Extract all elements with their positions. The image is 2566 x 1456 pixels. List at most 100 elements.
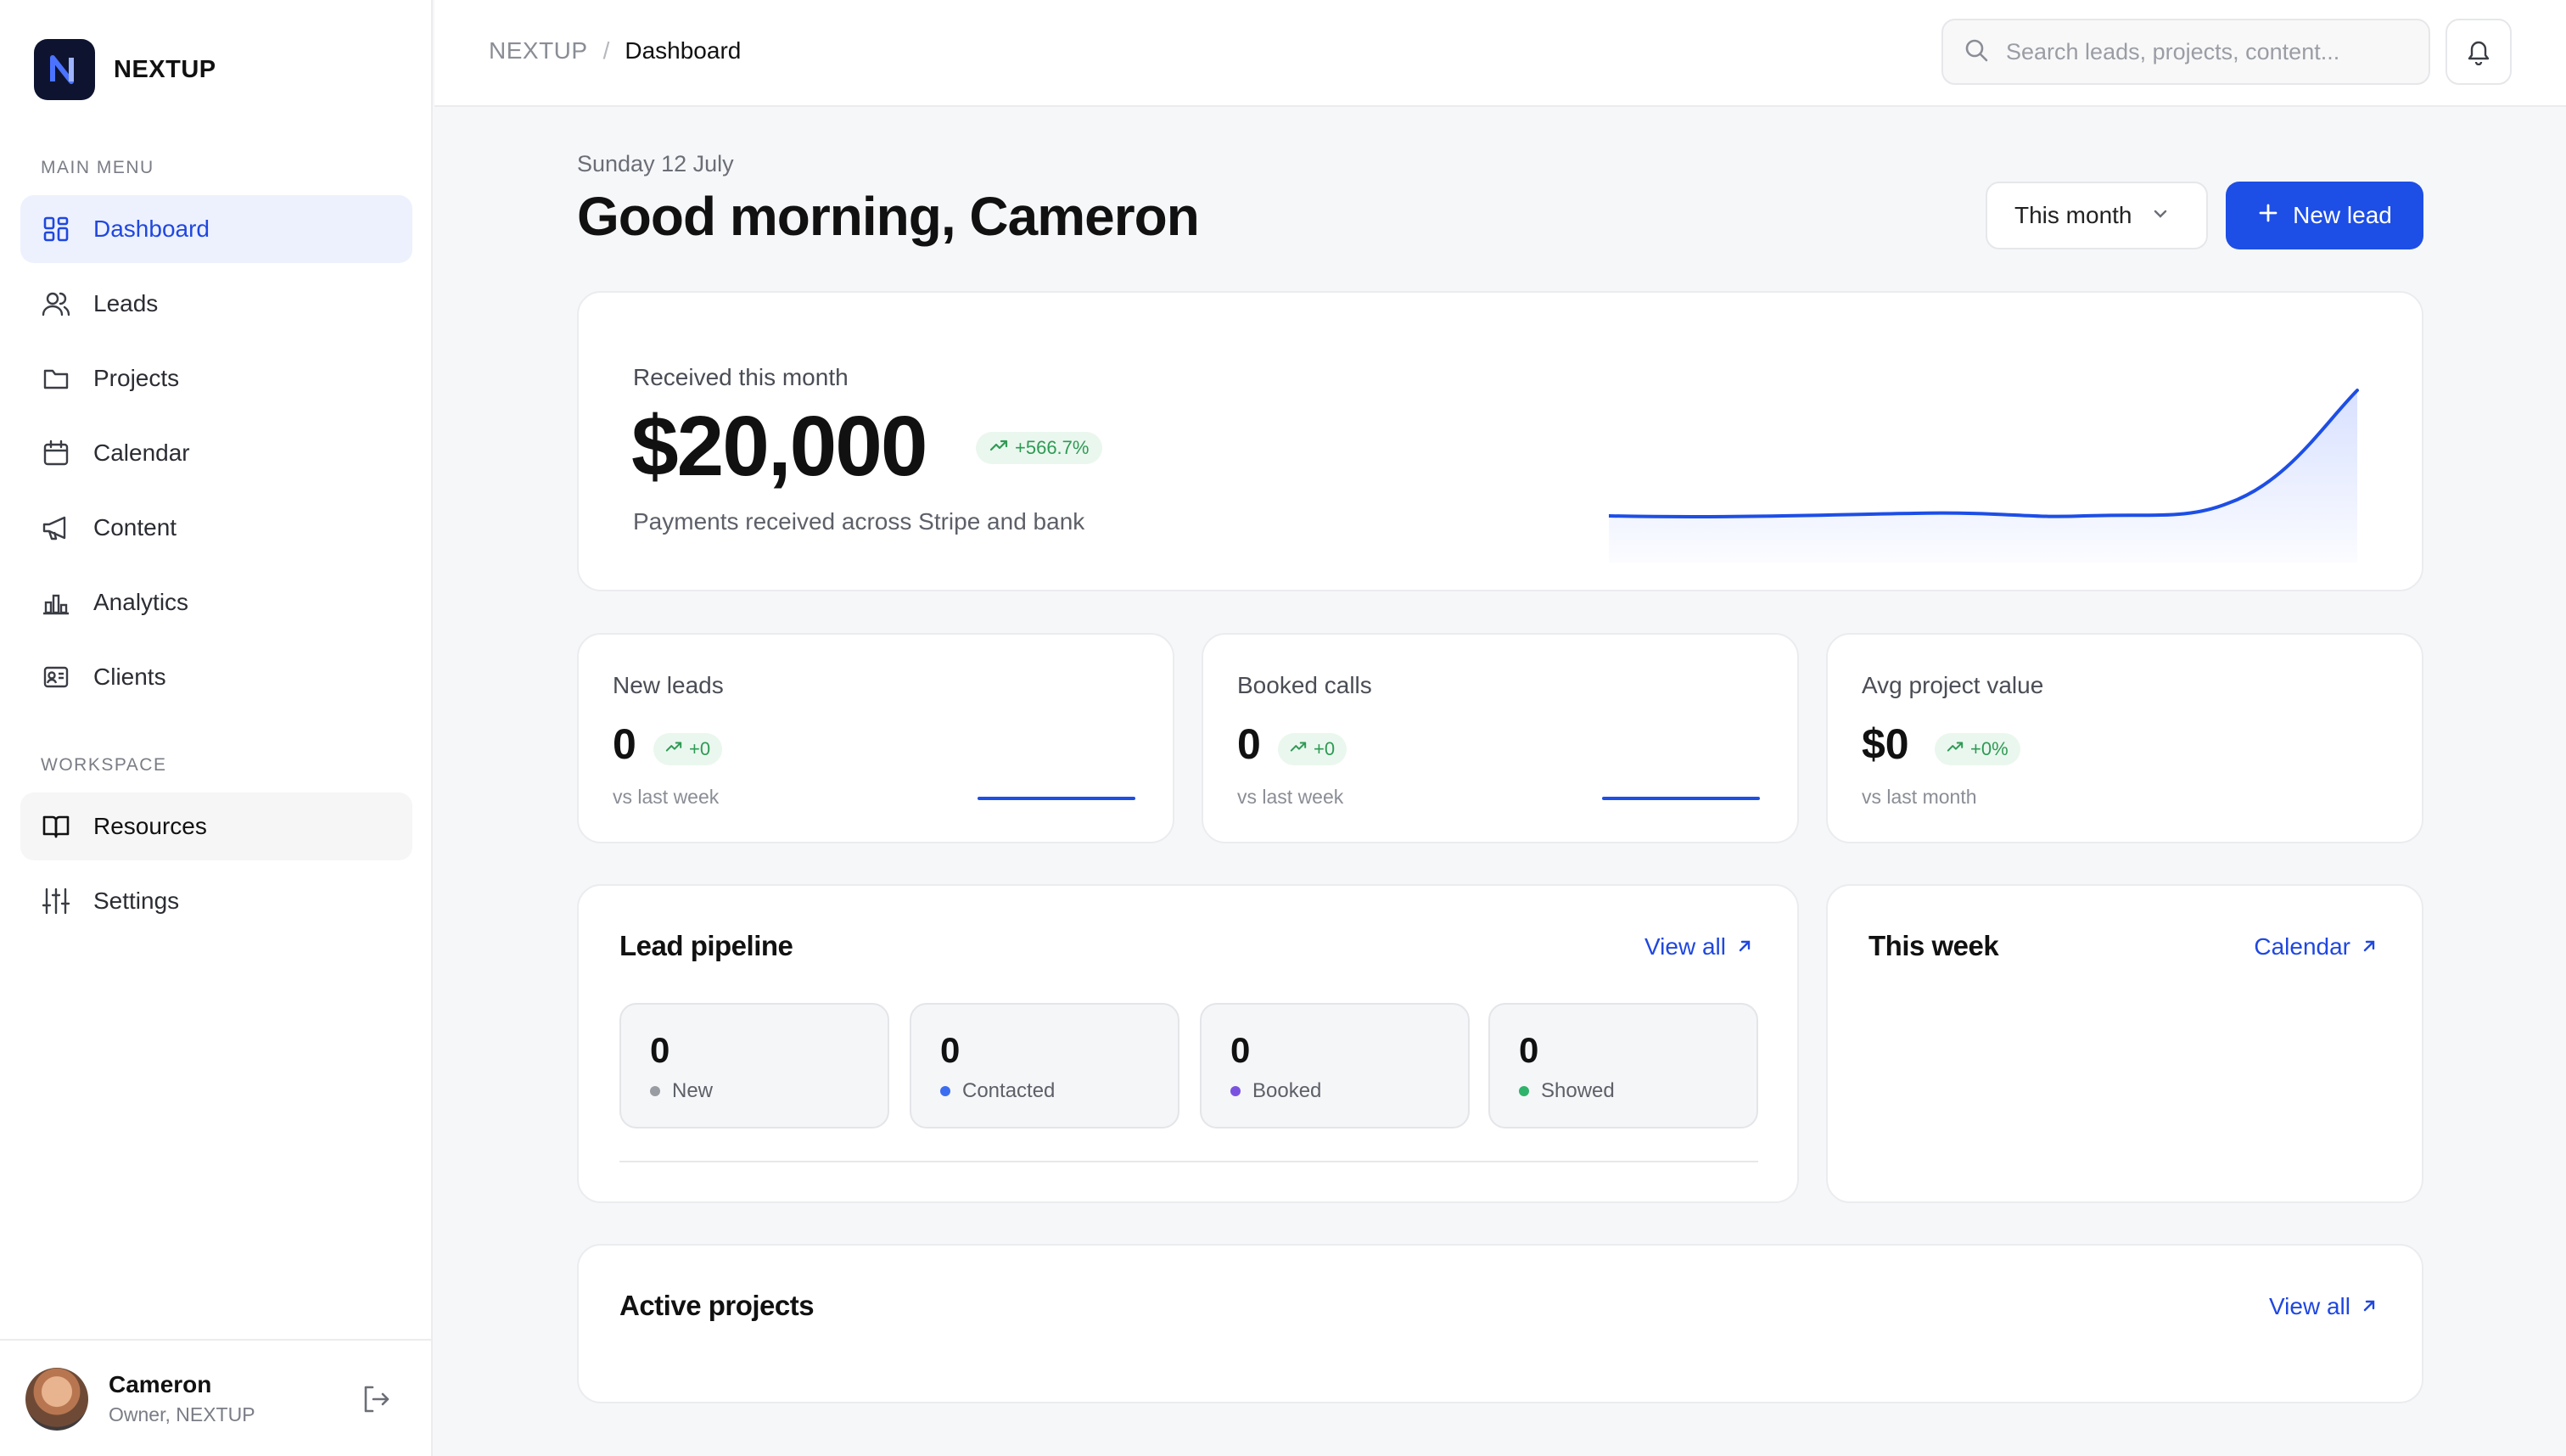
sidebar-item-dashboard[interactable]: Dashboard xyxy=(20,195,412,263)
projects-view-all-link[interactable]: View all xyxy=(2269,1293,2378,1320)
dashboard-grid-icon xyxy=(41,214,71,244)
folder-icon xyxy=(41,363,71,394)
stat-title: Avg project value xyxy=(1862,672,2044,698)
workspace-label: WORKSPACE xyxy=(41,755,167,775)
breadcrumb-root[interactable]: NEXTUP xyxy=(489,37,588,64)
link-label: Calendar xyxy=(2254,933,2350,960)
pipeline-stage-showed[interactable]: 0 Showed xyxy=(1488,1003,1758,1128)
sidebar-item-label: Calendar xyxy=(93,440,190,466)
sidebar-item-label: Dashboard xyxy=(93,216,210,242)
stage-count: 0 xyxy=(650,1030,670,1070)
arrow-up-right-icon xyxy=(2361,933,2378,960)
trending-up-icon xyxy=(665,738,682,760)
stage-count: 0 xyxy=(940,1030,961,1070)
user-name: Cameron xyxy=(109,1371,212,1397)
brand[interactable]: NEXTUP xyxy=(34,39,216,100)
user-profile: Cameron Owner, NEXTUP xyxy=(0,1339,433,1456)
plus-icon xyxy=(2257,202,2279,230)
revenue-trend-line xyxy=(1609,389,2359,518)
stage-label-row: Contacted xyxy=(940,1079,1055,1103)
sidebar-item-label: Resources xyxy=(93,813,207,839)
stat-title: New leads xyxy=(613,672,724,698)
calendar-link[interactable]: Calendar xyxy=(2254,933,2378,960)
sliders-icon xyxy=(41,886,71,916)
pipeline-stage-new[interactable]: 0 New xyxy=(619,1003,889,1128)
stat-value: 0 xyxy=(1237,720,1261,768)
stage-count: 0 xyxy=(1230,1030,1251,1070)
status-dot xyxy=(1230,1086,1241,1096)
stat-sparkline xyxy=(1602,797,1760,800)
breadcrumb-separator: / xyxy=(602,37,610,64)
date-range-label: This month xyxy=(2014,202,2132,228)
active-projects-card: Active projects View all xyxy=(577,1244,2423,1403)
stat-change: +0 xyxy=(1314,738,1336,759)
sidebar-item-leads[interactable]: Leads xyxy=(20,270,412,338)
trending-up-icon xyxy=(1947,738,1964,760)
sidebar-item-label: Analytics xyxy=(93,589,189,615)
breadcrumb: NEXTUP / Dashboard xyxy=(489,37,741,64)
stat-change: +0% xyxy=(1970,738,2009,759)
stat-subtitle: vs last month xyxy=(1862,786,1977,808)
stage-label-row: Booked xyxy=(1230,1079,1321,1103)
divider xyxy=(619,1161,1758,1162)
megaphone-icon xyxy=(41,512,71,543)
stat-card-booked-calls: Booked calls 0 +0 vs last week xyxy=(1202,633,1799,843)
search-icon xyxy=(1964,37,1989,67)
users-icon xyxy=(41,288,71,319)
pipeline-stage-contacted[interactable]: 0 Contacted xyxy=(910,1003,1179,1128)
revenue-change-badge: +566.7% xyxy=(976,432,1103,464)
revenue-change: +566.7% xyxy=(1015,437,1090,458)
sidebar-item-label: Clients xyxy=(93,664,166,690)
date-range-dropdown[interactable]: This month xyxy=(1986,182,2208,249)
stat-sparkline xyxy=(978,797,1135,800)
pipeline-view-all-link[interactable]: View all xyxy=(1644,933,1753,960)
stat-card-new-leads: New leads 0 +0 vs last week xyxy=(577,633,1174,843)
revenue-card: Received this month $20,000 +566.7% Paym… xyxy=(577,291,2423,591)
stage-count: 0 xyxy=(1519,1030,1539,1070)
sidebar-item-label: Settings xyxy=(93,888,180,914)
status-dot xyxy=(650,1086,660,1096)
avatar[interactable] xyxy=(25,1368,88,1431)
stat-value: $0 xyxy=(1862,720,1909,768)
sidebar-item-content[interactable]: Content xyxy=(20,494,412,562)
stage-label: Contacted xyxy=(962,1079,1056,1102)
search-box[interactable] xyxy=(1941,19,2430,85)
logout-icon[interactable] xyxy=(360,1383,394,1417)
sidebar-item-analytics[interactable]: Analytics xyxy=(20,568,412,636)
lead-pipeline-card: Lead pipeline View all 0 New 0 Contacted… xyxy=(577,884,1799,1203)
stage-label-row: Showed xyxy=(1519,1079,1615,1103)
sidebar-item-resources[interactable]: Resources xyxy=(20,792,412,860)
stat-change-badge: +0 xyxy=(1278,733,1347,765)
main-menu-label: MAIN MENU xyxy=(41,158,154,177)
chevron-down-icon xyxy=(2151,202,2170,229)
stat-change: +0 xyxy=(689,738,711,759)
current-date: Sunday 12 July xyxy=(577,151,734,176)
pipeline-stage-booked[interactable]: 0 Booked xyxy=(1200,1003,1470,1128)
new-lead-label: New lead xyxy=(2293,202,2392,228)
sidebar-item-projects[interactable]: Projects xyxy=(20,344,412,412)
arrow-up-right-icon xyxy=(1736,933,1753,960)
id-card-icon xyxy=(41,662,71,692)
revenue-trend-chart xyxy=(1609,389,2359,563)
notifications-bell-icon[interactable] xyxy=(2446,19,2512,85)
nextup-logo-icon xyxy=(34,39,95,100)
sidebar-item-clients[interactable]: Clients xyxy=(20,643,412,711)
user-role: Owner, NEXTUP xyxy=(109,1403,255,1425)
revenue-subtitle: Payments received across Stripe and bank xyxy=(633,508,1085,535)
page-title: Good morning, Cameron xyxy=(577,186,1200,247)
sidebar-item-label: Content xyxy=(93,514,177,540)
trending-up-icon xyxy=(989,436,1008,460)
stat-change-badge: +0 xyxy=(653,733,723,765)
status-dot xyxy=(940,1086,950,1096)
brand-name: NEXTUP xyxy=(114,55,216,83)
new-lead-button[interactable]: New lead xyxy=(2226,182,2423,249)
revenue-trend-area xyxy=(1609,390,2357,563)
search-input[interactable] xyxy=(2006,38,2405,65)
stage-label: New xyxy=(672,1079,714,1102)
stage-label: Showed xyxy=(1541,1079,1615,1102)
status-dot xyxy=(1519,1086,1529,1096)
sidebar-item-settings[interactable]: Settings xyxy=(20,867,412,935)
sidebar-item-calendar[interactable]: Calendar xyxy=(20,419,412,487)
stat-subtitle: vs last week xyxy=(613,786,720,808)
trending-up-icon xyxy=(1290,738,1307,760)
